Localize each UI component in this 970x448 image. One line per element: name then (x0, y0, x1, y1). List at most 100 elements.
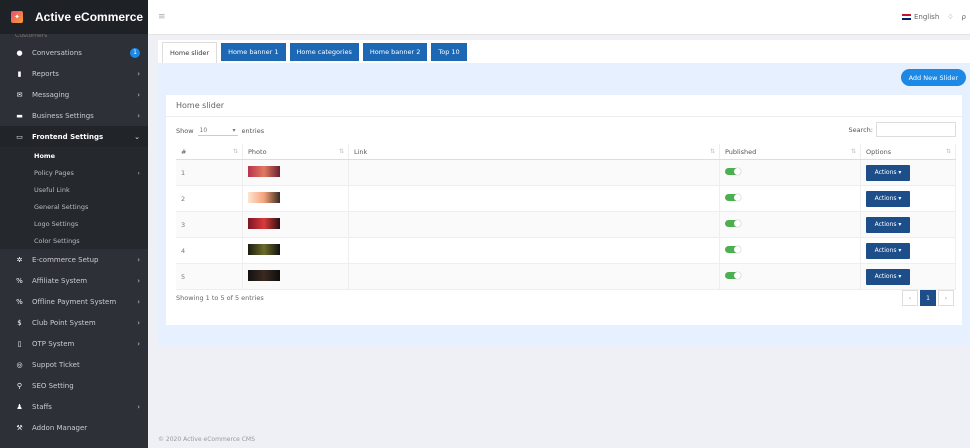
sidebar-item-reports[interactable]: ▮ Reports › (0, 63, 148, 84)
sidebar-item-conversations[interactable]: ● Conversations 1 (0, 42, 148, 63)
sidebar-subitem-home[interactable]: Home (0, 147, 148, 164)
table-row: 5 Actions ▾ (176, 263, 956, 290)
entries-select[interactable]: 10 ▾ (197, 125, 238, 136)
chevron-right-icon: › (137, 111, 140, 120)
sidebar-menu: Customers ● Conversations 1 ▮ Reports › … (0, 34, 148, 438)
chevron-right-icon: › (137, 90, 140, 99)
table-row: 3 Actions ▾ (176, 211, 956, 238)
sort-icon: ⇅ (232, 147, 238, 155)
sidebar-subitem-useful-link[interactable]: Useful Link (0, 181, 148, 198)
chevron-down-icon: ⌄ (134, 132, 140, 141)
sidebar-item-offline-payment[interactable]: % Offline Payment System › (0, 291, 148, 312)
published-toggle[interactable] (725, 194, 741, 201)
tab-home-banner-1[interactable]: Home banner 1 (221, 43, 286, 61)
slider-thumbnail (248, 192, 280, 203)
gear-icon: ✲ (16, 255, 23, 264)
sidebar: ✦ Active eCommerce Customers ● Conversat… (0, 0, 148, 448)
sidebar-item-seo-setting[interactable]: ⚲ SEO Setting (0, 375, 148, 396)
brand[interactable]: ✦ Active eCommerce (0, 0, 148, 34)
table-row: 1 Actions ▾ (176, 159, 956, 186)
published-toggle[interactable] (725, 220, 741, 227)
menu-toggle-icon[interactable]: ≡ (158, 12, 166, 22)
col-link[interactable]: Link ⇅ (348, 144, 720, 160)
slider-thumbnail (248, 218, 280, 229)
sidebar-item-ecommerce-setup[interactable]: ✲ E-commerce Setup › (0, 249, 148, 270)
col-photo[interactable]: Photo ⇅ (242, 144, 349, 160)
envelope-icon: ✉ (16, 90, 23, 99)
col-published[interactable]: Published ⇅ (719, 144, 861, 160)
sidebar-item-messaging[interactable]: ✉ Messaging › (0, 84, 148, 105)
add-new-slider-button[interactable]: Add New Slider (900, 69, 966, 86)
topbar: ≡ English ♢ ρ (148, 0, 970, 35)
tab-bar: Home slider Home banner 1 Home categorie… (158, 40, 970, 63)
next-page-button[interactable]: › (938, 290, 954, 306)
file-icon: ▮ (17, 69, 22, 78)
sidebar-item-affiliate-system[interactable]: % Affiliate System › (0, 270, 148, 291)
dollar-icon: $ (17, 318, 22, 327)
tab-home-categories[interactable]: Home categories (289, 43, 359, 61)
actions-button[interactable]: Actions ▾ (866, 268, 910, 285)
sort-icon: ⇅ (338, 147, 344, 155)
user-profile-icon[interactable]: ρ (962, 13, 966, 21)
card-title: Home slider (176, 101, 225, 110)
sidebar-item-support-ticket[interactable]: ◎ Suppot Ticket (0, 354, 148, 375)
actions-button[interactable]: Actions ▾ (866, 164, 910, 181)
sidebar-item-frontend-settings[interactable]: ▭ Frontend Settings ⌄ (0, 126, 148, 147)
percent-icon: % (16, 297, 23, 306)
prev-page-button[interactable]: ‹ (902, 290, 918, 306)
language-selector[interactable]: English (901, 13, 939, 21)
bell-icon[interactable]: ♢ (947, 13, 953, 21)
tab-content: Add New Slider Home slider Show 10 ▾ entr… (158, 63, 970, 345)
published-toggle[interactable] (725, 168, 741, 175)
published-toggle[interactable] (725, 272, 741, 279)
sidebar-item-cut: Customers (15, 34, 48, 39)
sidebar-item-addon-manager[interactable]: ⚒ Addon Manager (0, 417, 148, 438)
tab-home-slider[interactable]: Home slider (162, 42, 218, 63)
chevron-right-icon: › (137, 402, 140, 411)
show-entries: Show 10 ▾ entries (176, 125, 265, 136)
phone-icon: ▯ (17, 339, 22, 348)
chevron-right-icon: › (137, 339, 140, 348)
search-input[interactable] (876, 122, 956, 137)
chat-icon: ● (16, 48, 23, 57)
slider-thumbnail (248, 244, 280, 255)
sidebar-subitem-general-settings[interactable]: General Settings (0, 198, 148, 215)
sidebar-subitem-color-settings[interactable]: Color Settings (0, 232, 148, 249)
percent-icon: % (16, 276, 23, 285)
page-button[interactable]: 1 (920, 290, 936, 306)
tab-home-banner-2[interactable]: Home banner 2 (362, 43, 428, 61)
table-header-row: # ⇅ Photo ⇅ Link ⇅ Published ⇅ Options ⇅ (176, 144, 956, 160)
chevron-right-icon: › (137, 276, 140, 285)
sidebar-item-staffs[interactable]: ♟ Staffs › (0, 396, 148, 417)
sidebar-subitem-policy-pages[interactable]: Policy Pages › (0, 164, 148, 181)
table-row: 2 Actions ▾ (176, 185, 956, 212)
sidebar-item-club-point[interactable]: $ Club Point System › (0, 312, 148, 333)
slider-thumbnail (248, 270, 280, 281)
divider (166, 116, 962, 117)
conversations-badge: 1 (130, 47, 140, 58)
chevron-right-icon: › (137, 318, 140, 327)
slider-table: # ⇅ Photo ⇅ Link ⇅ Published ⇅ Options ⇅ 1 Ac… (176, 144, 956, 290)
published-toggle[interactable] (725, 246, 741, 253)
actions-button[interactable]: Actions ▾ (866, 242, 910, 259)
briefcase-icon: ▬ (16, 111, 23, 120)
desktop-icon: ▭ (16, 132, 23, 141)
wrench-icon: ⚒ (16, 423, 23, 432)
col-options[interactable]: Options ⇅ (860, 144, 956, 160)
actions-button[interactable]: Actions ▾ (866, 216, 910, 233)
actions-button[interactable]: Actions ▾ (866, 190, 910, 207)
app-logo-icon: ✦ (11, 11, 23, 23)
sidebar-item-otp-system[interactable]: ▯ OTP System › (0, 333, 148, 354)
sidebar-subitem-logo-settings[interactable]: Logo Settings (0, 215, 148, 232)
tab-top-10[interactable]: Top 10 (431, 43, 467, 61)
sort-icon: ⇅ (850, 147, 856, 155)
table-search: Search: (848, 122, 956, 137)
sort-icon: ⇅ (709, 147, 715, 155)
chevron-right-icon: › (137, 255, 140, 264)
col-number[interactable]: # ⇅ (176, 144, 243, 160)
slider-card: Home slider Show 10 ▾ entries Search: # ⇅ … (166, 95, 962, 325)
sidebar-item-business-settings[interactable]: ▬ Business Settings › (0, 105, 148, 126)
sort-icon: ⇅ (945, 147, 951, 155)
search-icon: ⚲ (16, 381, 23, 390)
lifebuoy-icon: ◎ (16, 360, 23, 369)
